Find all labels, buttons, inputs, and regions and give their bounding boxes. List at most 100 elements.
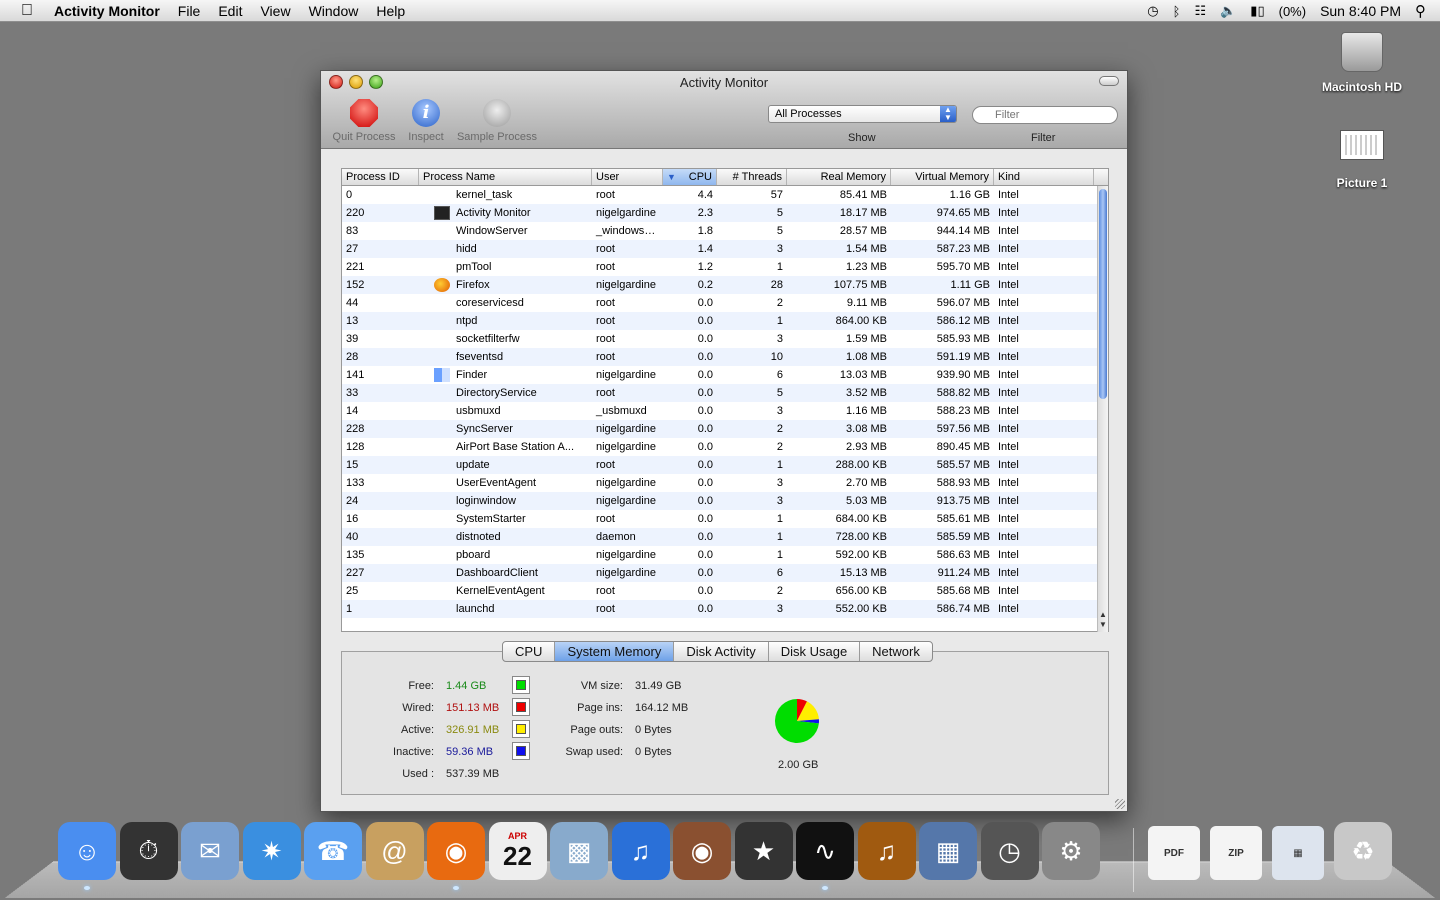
- tab-system-memory[interactable]: System Memory: [555, 642, 675, 661]
- wired-color-swatch[interactable]: [512, 698, 530, 716]
- battery-icon[interactable]: ▮▯: [1250, 3, 1264, 19]
- table-row[interactable]: 135 pboard nigelgardine 0.0 1 592.00 KB 586.63…: [342, 546, 1108, 564]
- table-row[interactable]: 27 hidd root 1.4 3 1.54 MB 587.23 MB Intel: [342, 240, 1108, 258]
- table-row[interactable]: 133 UserEventAgent nigelgardine 0.0 3 2.70 MB…: [342, 474, 1108, 492]
- table-row[interactable]: 1 launchd root 0.0 3 552.00 KB 586.74 MB Intel: [342, 600, 1108, 618]
- filter-input[interactable]: [972, 106, 1118, 124]
- cell-cpu: 0.2: [697, 279, 713, 291]
- table-row[interactable]: 128 AirPort Base Station A... nigelgardine…: [342, 438, 1108, 456]
- menu-window[interactable]: Window: [309, 3, 359, 19]
- quit-process-button[interactable]: Quit Process: [329, 99, 399, 143]
- menu-app-name[interactable]: Activity Monitor: [54, 3, 160, 19]
- table-row[interactable]: 228 SyncServer nigelgardine 0.0 2 3.08 MB 597.…: [342, 420, 1108, 438]
- process-name-text: Firefox: [456, 279, 490, 291]
- resize-grip[interactable]: [1115, 799, 1125, 809]
- dock-mail-icon[interactable]: ✉: [181, 822, 239, 880]
- table-row[interactable]: 40 distnoted daemon 0.0 1 728.00 KB 585.59 MB I…: [342, 528, 1108, 546]
- cell-kind: Intel: [998, 603, 1019, 615]
- table-row[interactable]: 16 SystemStarter root 0.0 1 684.00 KB 585.61 M…: [342, 510, 1108, 528]
- dock-pdf-document-icon[interactable]: PDF: [1148, 826, 1200, 880]
- inspect-button[interactable]: i Inspect: [405, 99, 447, 143]
- dock-iphoto-icon[interactable]: ▩: [550, 822, 608, 880]
- dock-time-machine-icon[interactable]: ◷: [980, 822, 1039, 880]
- table-row[interactable]: 152 Firefox nigelgardine 0.2 28 107.75 MB 1.11…: [342, 276, 1108, 294]
- inactive-color-swatch[interactable]: [512, 742, 530, 760]
- column-header-user[interactable]: User: [592, 169, 663, 185]
- menu-clock[interactable]: Sun 8:40 PM: [1320, 3, 1401, 19]
- table-row[interactable]: 227 DashboardClient nigelgardine 0.0 6 15.13 …: [342, 564, 1108, 582]
- scroll-arrows-icon[interactable]: ▲ ▼: [1098, 610, 1108, 632]
- column-header-cpu[interactable]: ▼ CPU: [663, 169, 717, 185]
- tab-network[interactable]: Network: [860, 642, 932, 661]
- dock-photo-booth-icon[interactable]: ◉: [673, 822, 731, 880]
- desktop-icon-picture-1[interactable]: Picture 1: [1307, 130, 1417, 190]
- table-row[interactable]: 13 ntpd root 0.0 1 864.00 KB 586.12 MB Intel: [342, 312, 1108, 330]
- dock-safari-icon[interactable]: ✷: [242, 822, 301, 880]
- tab-cpu[interactable]: CPU: [503, 642, 556, 661]
- table-header: Process ID Process Name User ▼ CPU # Thre…: [342, 169, 1108, 186]
- table-row[interactable]: 25 KernelEventAgent root 0.0 2 656.00 KB 585.6…: [342, 582, 1108, 600]
- column-header-virtual-memory[interactable]: Virtual Memory: [891, 169, 994, 185]
- dock-downloads-stack-icon[interactable]: ▦: [1272, 826, 1324, 880]
- column-header-process-id[interactable]: Process ID: [342, 169, 419, 185]
- show-processes-select[interactable]: All Processes ▲ ▼: [768, 105, 957, 123]
- table-row[interactable]: 33 DirectoryService root 0.0 5 3.52 MB 588.82 …: [342, 384, 1108, 402]
- dock-ichat-icon[interactable]: ☎: [304, 822, 362, 880]
- table-row[interactable]: 0 kernel_task root 4.4 57 85.41 MB 1.16 GB Inte…: [342, 186, 1108, 204]
- table-row[interactable]: 83 WindowServer _windowserv 1.8 5 28.57 MB 944…: [342, 222, 1108, 240]
- cell-kind: Intel: [998, 207, 1019, 219]
- dock-trash-icon[interactable]: ♻: [1334, 822, 1392, 880]
- dock-ical-icon[interactable]: APR 22: [488, 822, 547, 880]
- table-row[interactable]: 14 usbmuxd _usbmuxd 0.0 3 1.16 MB 588.23 MB Int…: [342, 402, 1108, 420]
- battery-percent[interactable]: (0%): [1279, 4, 1306, 19]
- column-header-real-memory[interactable]: Real Memory: [787, 169, 891, 185]
- dock-address-book-icon[interactable]: @: [365, 822, 424, 880]
- dock-spaces-icon[interactable]: ▦: [919, 822, 977, 880]
- column-header-kind[interactable]: Kind: [994, 169, 1094, 185]
- dock-garageband-icon[interactable]: ♫: [857, 822, 916, 880]
- table-row[interactable]: 220 Activity Monitor nigelgardine 2.3 5 18.17…: [342, 204, 1108, 222]
- cell-user: nigelgardine: [596, 207, 656, 219]
- dock-zip-archive-icon[interactable]: ZIP: [1210, 826, 1262, 880]
- dock-finder-icon[interactable]: ☺: [58, 822, 116, 880]
- free-color-swatch[interactable]: [512, 676, 530, 694]
- menu-view[interactable]: View: [260, 3, 290, 19]
- column-header-process-name[interactable]: Process Name: [419, 169, 592, 185]
- dock-activity-monitor-icon[interactable]: ∿: [796, 822, 854, 880]
- time-machine-menu-icon[interactable]: ◷: [1147, 3, 1158, 19]
- column-header-threads[interactable]: # Threads: [717, 169, 787, 185]
- apple-menu-icon[interactable]: : [0, 2, 54, 20]
- volume-icon[interactable]: 🔈: [1220, 3, 1236, 19]
- dock-system-preferences-icon[interactable]: ⚙: [1042, 822, 1100, 880]
- menu-edit[interactable]: Edit: [218, 3, 242, 19]
- vertical-scrollbar[interactable]: ▲ ▼: [1097, 186, 1108, 632]
- scrollbar-thumb[interactable]: [1099, 189, 1107, 399]
- desktop-icon-macintosh-hd[interactable]: Macintosh HD: [1307, 32, 1417, 94]
- table-row[interactable]: 141 Finder nigelgardine 0.0 6 13.03 MB 939.90 …: [342, 366, 1108, 384]
- sample-process-button[interactable]: Sample Process: [453, 99, 541, 143]
- table-row[interactable]: 221 pmTool root 1.2 1 1.23 MB 595.70 MB Intel: [342, 258, 1108, 276]
- dock-itunes-icon[interactable]: ♫: [611, 822, 670, 880]
- menu-help[interactable]: Help: [376, 3, 405, 19]
- dock-firefox-icon[interactable]: ◉: [427, 822, 485, 880]
- cell-process-id: 227: [346, 567, 365, 579]
- wired-value: 151.13 MB: [446, 702, 500, 714]
- table-row[interactable]: 28 fseventsd root 0.0 10 1.08 MB 591.19 MB Inte…: [342, 348, 1108, 366]
- active-color-swatch[interactable]: [512, 720, 530, 738]
- menu-file[interactable]: File: [178, 3, 201, 19]
- cell-process-id: 228: [346, 423, 365, 435]
- bluetooth-icon[interactable]: ᛒ: [1173, 4, 1181, 19]
- spotlight-search-icon[interactable]: ⚲: [1415, 2, 1426, 20]
- toolbar-toggle-button[interactable]: [1099, 76, 1119, 86]
- table-row[interactable]: 24 loginwindow nigelgardine 0.0 3 5.03 MB 913.…: [342, 492, 1108, 510]
- table-row[interactable]: 44 coreservicesd root 0.0 2 9.11 MB 596.07 MB I…: [342, 294, 1108, 312]
- dock-imovie-icon[interactable]: ★: [734, 822, 793, 880]
- table-row[interactable]: 15 update root 0.0 1 288.00 KB 585.57 MB Intel: [342, 456, 1108, 474]
- table-row[interactable]: 39 socketfilterfw root 0.0 3 1.59 MB 585.93 MB…: [342, 330, 1108, 348]
- inactive-value: 59.36 MB: [446, 746, 494, 758]
- dock-dashboard-icon[interactable]: ⏱: [119, 822, 178, 880]
- process-name-text: coreservicesd: [456, 297, 524, 309]
- tab-disk-activity[interactable]: Disk Activity: [674, 642, 769, 661]
- tab-disk-usage[interactable]: Disk Usage: [769, 642, 861, 661]
- wifi-icon[interactable]: ☷: [1194, 3, 1206, 19]
